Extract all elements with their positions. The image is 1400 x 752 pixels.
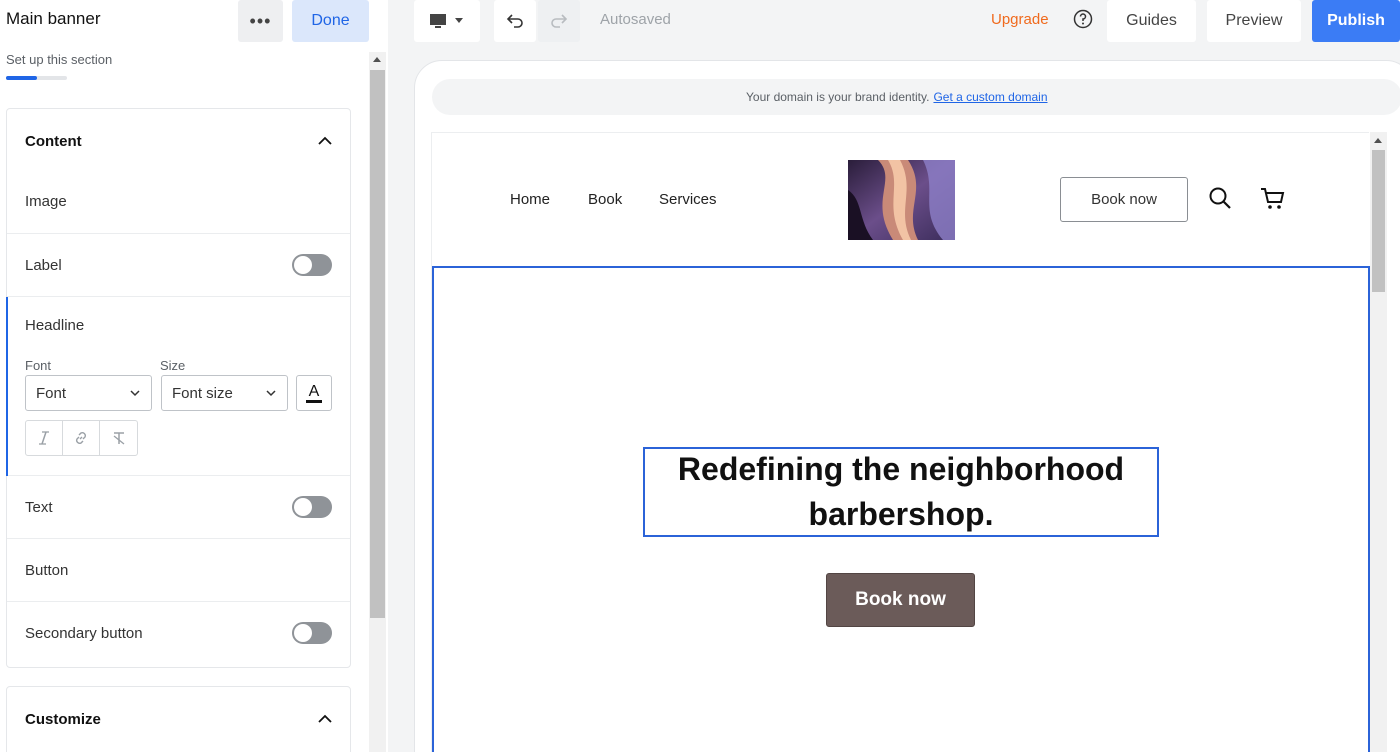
- domain-banner-text: Your domain is your brand identity.: [746, 90, 930, 104]
- banner-book-now-button[interactable]: Book now: [826, 573, 975, 627]
- header-book-now-button[interactable]: Book now: [1060, 177, 1188, 222]
- font-size-select[interactable]: Font size: [161, 375, 288, 411]
- cart-icon[interactable]: [1260, 185, 1286, 211]
- undo-icon: [506, 14, 523, 28]
- row-image-label: Image: [25, 193, 67, 210]
- italic-button[interactable]: [26, 421, 63, 455]
- panel-subtitle: Set up this section: [6, 52, 113, 67]
- preview-button[interactable]: Preview: [1207, 0, 1301, 42]
- row-secondary-button[interactable]: Secondary button: [7, 601, 350, 664]
- font-label: Font: [25, 358, 52, 373]
- clear-format-icon: [113, 432, 124, 445]
- banner-headline-text: Redefining the neighborhood barbershop.: [678, 447, 1124, 537]
- autosaved-status: Autosaved: [600, 11, 671, 28]
- headline-line-1: Redefining the neighborhood: [677, 451, 1125, 487]
- preview-scrollbar-thumb[interactable]: [1372, 150, 1385, 292]
- active-indicator: [6, 297, 8, 476]
- row-text-label: Text: [25, 498, 53, 516]
- secondary-button-toggle[interactable]: [292, 622, 332, 644]
- scroll-up-arrow-icon[interactable]: [373, 57, 381, 62]
- toggle-knob: [294, 256, 312, 274]
- setup-progress-fill: [6, 76, 37, 80]
- content-card-title: Content: [25, 132, 82, 150]
- text-color-icon: A: [306, 383, 322, 403]
- custom-domain-link[interactable]: Get a custom domain: [933, 90, 1047, 104]
- chevron-down-icon: [130, 390, 140, 397]
- chevron-up-icon[interactable]: [318, 712, 332, 726]
- row-secondary-button-label: Secondary button: [25, 624, 143, 642]
- more-options-button[interactable]: •••: [238, 0, 283, 42]
- canyon-photo: [848, 160, 955, 240]
- help-icon[interactable]: [1073, 9, 1093, 29]
- search-icon[interactable]: [1207, 185, 1233, 211]
- chevron-up-icon[interactable]: [318, 134, 332, 148]
- banner-headline[interactable]: Redefining the neighborhood barbershop.: [643, 447, 1159, 537]
- format-toolbar: [25, 420, 138, 456]
- toggle-knob: [294, 498, 312, 516]
- undo-button[interactable]: [494, 0, 536, 42]
- text-color-button[interactable]: A: [296, 375, 332, 411]
- guides-button[interactable]: Guides: [1107, 0, 1196, 42]
- headline-section: Headline Font Size Font Font size A: [6, 296, 350, 476]
- customize-card: Customize: [6, 686, 351, 752]
- row-image[interactable]: Image: [7, 170, 350, 233]
- font-size-select-value: Font size: [172, 384, 233, 402]
- link-button[interactable]: [63, 421, 100, 455]
- toggle-knob: [294, 624, 312, 642]
- customize-card-title: Customize: [25, 710, 101, 728]
- site-logo-image[interactable]: [848, 160, 955, 240]
- upgrade-link[interactable]: Upgrade: [991, 11, 1049, 28]
- row-label[interactable]: Label: [7, 233, 350, 296]
- text-toggle[interactable]: [292, 496, 332, 518]
- clear-format-button[interactable]: [100, 421, 137, 455]
- nav-book[interactable]: Book: [588, 191, 622, 208]
- font-select[interactable]: Font: [25, 375, 152, 411]
- label-toggle[interactable]: [292, 254, 332, 276]
- italic-icon: [39, 431, 49, 445]
- domain-banner: Your domain is your brand identity. Get …: [432, 79, 1400, 115]
- headline-title: Headline: [25, 317, 85, 334]
- link-icon: [76, 432, 86, 444]
- setup-progress-bar: [6, 76, 67, 80]
- row-button-label: Button: [25, 561, 69, 579]
- desktop-icon: [430, 14, 463, 28]
- redo-button[interactable]: [538, 0, 580, 42]
- done-button[interactable]: Done: [292, 0, 369, 42]
- font-select-value: Font: [36, 384, 67, 402]
- text-color-letter: A: [309, 383, 320, 400]
- nav-services[interactable]: Services: [659, 191, 717, 208]
- panel-scrollbar-thumb[interactable]: [370, 70, 385, 618]
- publish-button[interactable]: Publish: [1312, 0, 1400, 42]
- row-text[interactable]: Text: [7, 475, 350, 538]
- redo-icon: [551, 14, 568, 28]
- panel-title: Main banner: [6, 9, 101, 28]
- content-card-header[interactable]: Content: [7, 109, 350, 173]
- settings-panel: Main banner ••• Done Set up this section…: [0, 0, 388, 752]
- nav-home[interactable]: Home: [510, 191, 550, 208]
- size-label: Size: [160, 358, 186, 373]
- row-button[interactable]: Button: [7, 538, 350, 601]
- device-switcher[interactable]: [414, 0, 480, 42]
- row-label-label: Label: [25, 256, 62, 274]
- chevron-down-icon: [266, 390, 276, 397]
- scroll-up-arrow-icon[interactable]: [1374, 138, 1382, 143]
- customize-card-header[interactable]: Customize: [7, 687, 350, 751]
- headline-line-2: barbershop.: [808, 496, 994, 532]
- content-card: Content Image Label Headline Font Size F…: [6, 108, 351, 668]
